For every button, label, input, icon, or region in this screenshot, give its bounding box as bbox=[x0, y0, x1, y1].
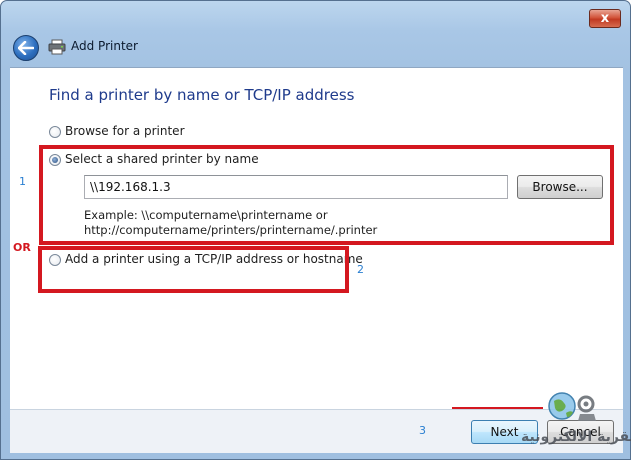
close-button[interactable]: x bbox=[589, 9, 621, 28]
annotation-marker-3: 3 bbox=[419, 424, 426, 437]
globe-gear-logo-icon bbox=[548, 392, 596, 421]
add-printer-window: x Add Printer Find a printer by name or … bbox=[0, 0, 631, 460]
radio-browse-printer[interactable] bbox=[49, 126, 61, 138]
page-heading: Find a printer by name or TCP/IP address bbox=[49, 86, 355, 104]
radio-browse-label[interactable]: Browse for a printer bbox=[65, 124, 185, 138]
highlight-box-shared bbox=[39, 145, 614, 245]
printer-icon bbox=[48, 39, 66, 55]
annotation-marker-2: 2 bbox=[357, 263, 364, 276]
annotation-or-label: OR bbox=[13, 241, 31, 254]
close-icon: x bbox=[600, 11, 610, 26]
watermark-text: القرية الالكترونية bbox=[521, 429, 631, 445]
annotation-marker-1: 1 bbox=[19, 175, 26, 188]
window-title: Add Printer bbox=[71, 39, 138, 53]
back-button[interactable] bbox=[13, 35, 39, 61]
highlight-box-tcpip bbox=[38, 246, 349, 293]
back-arrow-icon bbox=[18, 41, 34, 55]
